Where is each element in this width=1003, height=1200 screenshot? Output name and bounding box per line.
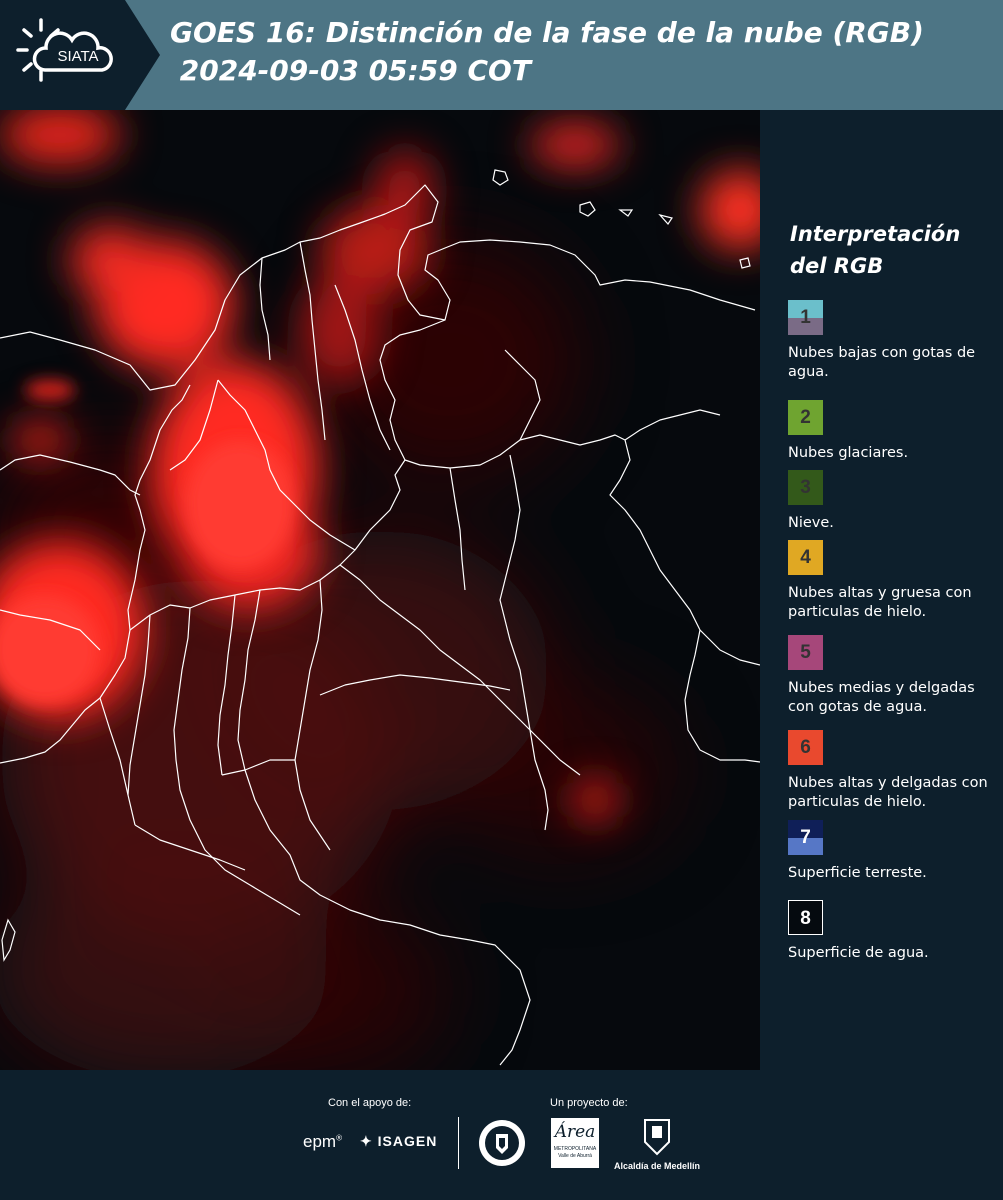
legend-number: 8	[800, 908, 811, 929]
header-bar: SIATA GOES 16: Distinción de la fase de …	[0, 0, 1003, 110]
footer-divider	[458, 1117, 459, 1169]
legend-number: 2	[800, 407, 811, 428]
svg-text:SIATA: SIATA	[57, 48, 98, 65]
legend-item-3: 3 Nieve.	[788, 470, 998, 533]
alcaldia-logo: Alcaldía de Medellín	[612, 1118, 702, 1171]
legend-panel: Interpretación del RGB 1 Nubes bajas con …	[760, 110, 1003, 1070]
legend-item-2: 2 Nubes glaciares.	[788, 400, 998, 463]
legend-swatch: 8	[788, 900, 823, 935]
legend-swatch: 3	[788, 470, 823, 505]
legend-title: Interpretación del RGB	[790, 222, 961, 278]
legend-label: Superficie de agua.	[788, 945, 929, 961]
legend-number: 6	[800, 737, 811, 758]
legend-item-6: 6 Nubes altas y delgadas con particulas d…	[788, 730, 998, 812]
legend-swatch: 4	[788, 540, 823, 575]
legend-label: Nubes altas y delgadas con particulas de…	[788, 775, 988, 810]
legend-swatch: 7	[788, 820, 823, 855]
legend-swatch: 5	[788, 635, 823, 670]
legend-number: 5	[800, 642, 811, 663]
legend-item-8: 8 Superficie de agua.	[788, 900, 998, 963]
legend-number: 3	[800, 477, 811, 498]
legend-swatch: 1	[788, 300, 823, 335]
legend-swatch: 2	[788, 400, 823, 435]
university-seal-icon	[477, 1118, 527, 1173]
area-metropolitana-logo: Área METROPOLITANA Valle de Aburrá	[551, 1118, 599, 1168]
legend-item-4: 4 Nubes altas y gruesa con particulas de …	[788, 540, 998, 622]
legend-label: Nubes bajas con gotas de agua.	[788, 345, 976, 380]
isagen-logo: ✦ ISAGEN	[360, 1133, 438, 1149]
siata-logo: SIATA	[0, 0, 160, 110]
legend-label: Superficie terreste.	[788, 865, 927, 881]
legend-item-1: 1 Nubes bajas con gotas de agua.	[788, 300, 998, 382]
legend-number: 7	[800, 827, 811, 848]
page-title: GOES 16: Distinción de la fase de la nub…	[170, 16, 924, 87]
isagen-mark-icon: ✦	[360, 1133, 373, 1149]
satellite-map	[0, 110, 760, 1070]
legend-item-7: 7 Superficie terreste.	[788, 820, 998, 883]
legend-swatch: 6	[788, 730, 823, 765]
coat-of-arms-icon	[644, 1119, 670, 1156]
legend-label: Nubes glaciares.	[788, 445, 909, 461]
legend-number: 4	[800, 547, 811, 568]
footer: Con el apoyo de: Un proyecto de: epm® ✦ …	[0, 1070, 1003, 1200]
legend-label: Nubes medias y delgadas con gotas de agu…	[788, 680, 975, 715]
support-label: Con el apoyo de:	[328, 1097, 412, 1109]
legend-number: 1	[800, 307, 811, 328]
legend-item-5: 5 Nubes medias y delgadas con gotas de ag…	[788, 635, 998, 717]
epm-logo: epm®	[303, 1132, 342, 1151]
legend-label: Nubes altas y gruesa con particulas de h…	[788, 585, 972, 620]
legend-label: Nieve.	[788, 515, 834, 531]
project-label: Un proyecto de:	[550, 1097, 628, 1109]
